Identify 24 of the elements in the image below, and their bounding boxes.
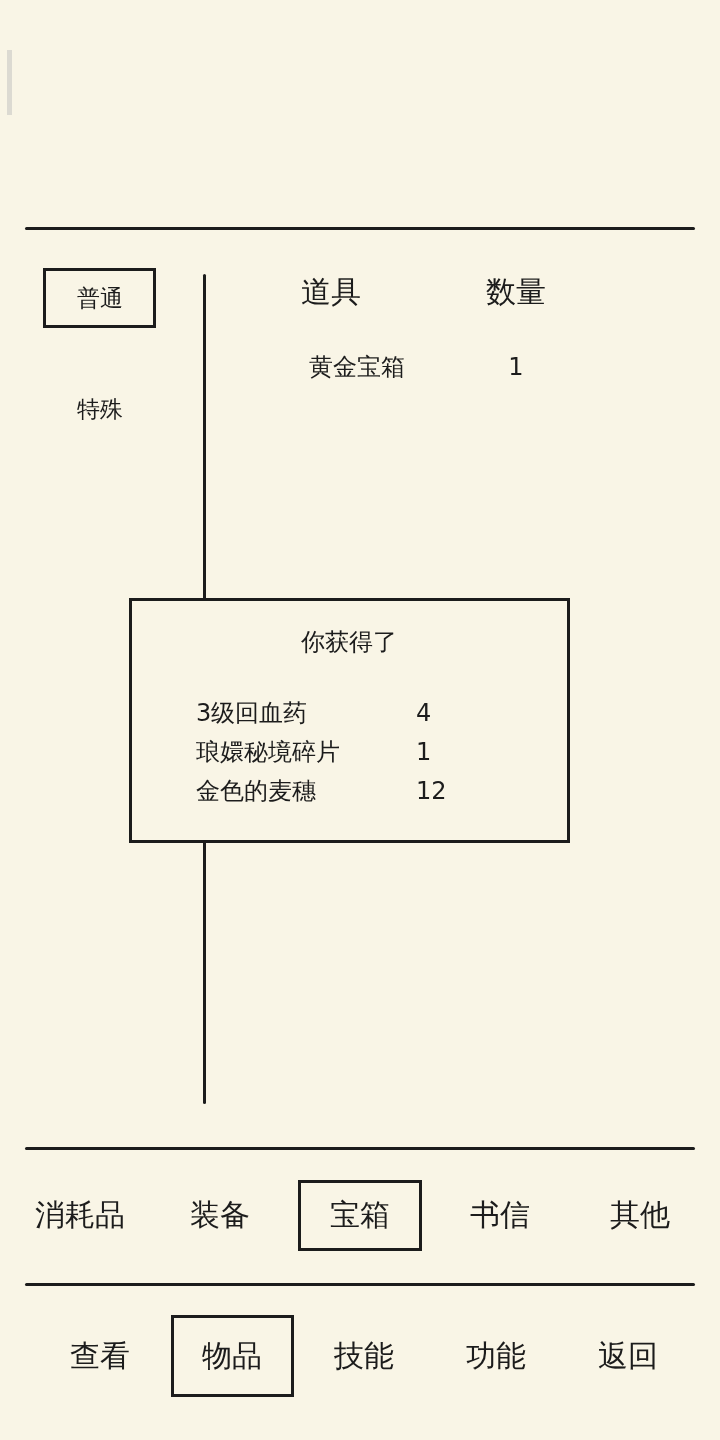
- category-tab[interactable]: 特殊: [43, 379, 156, 439]
- dialog-title: 你获得了: [301, 627, 397, 657]
- column-header: 数量: [486, 274, 546, 310]
- scroll-bar: [7, 50, 12, 115]
- category-tab[interactable]: 装备: [158, 1180, 282, 1251]
- nav-tab[interactable]: 物品: [170, 1315, 294, 1397]
- item-count: 1: [508, 352, 524, 382]
- reward-name: 琅嬛秘境碎片: [196, 736, 340, 767]
- category-tab[interactable]: 消耗品: [18, 1180, 142, 1251]
- item-name[interactable]: 黄金宝箱: [309, 352, 405, 382]
- category-tab[interactable]: 书信: [438, 1180, 562, 1251]
- nav-tab[interactable]: 功能: [434, 1315, 558, 1397]
- category-tab[interactable]: 普通: [43, 268, 156, 328]
- reward-name: 3级回血药: [196, 697, 308, 728]
- reward-name: 金色的麦穗: [196, 775, 316, 806]
- nav-tab[interactable]: 查看: [38, 1315, 162, 1397]
- category-tab[interactable]: 其他: [578, 1180, 702, 1251]
- nav-tab[interactable]: 技能: [302, 1315, 426, 1397]
- reward-count: 1: [416, 736, 432, 767]
- category-tab[interactable]: 宝箱: [298, 1180, 422, 1251]
- column-header: 道具: [301, 274, 361, 310]
- reward-count: 4: [416, 697, 432, 728]
- reward-count: 12: [416, 775, 447, 806]
- nav-tab[interactable]: 返回: [566, 1315, 690, 1397]
